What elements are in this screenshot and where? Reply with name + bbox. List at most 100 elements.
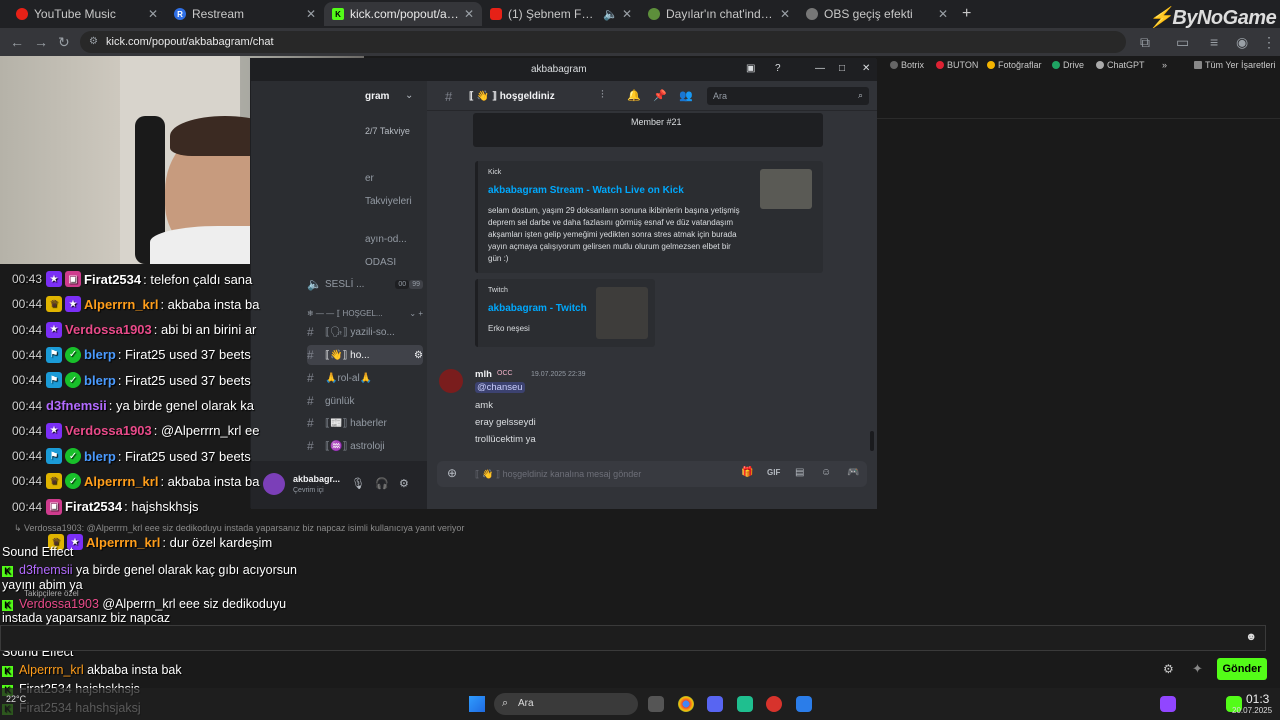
avatar[interactable] bbox=[439, 369, 463, 393]
chat-username[interactable]: Sound Effect bbox=[2, 545, 73, 559]
reload-icon[interactable]: ↻ bbox=[58, 34, 70, 51]
close-tab-icon[interactable]: ✕ bbox=[938, 7, 948, 21]
maximize-icon[interactable]: □ bbox=[839, 63, 845, 74]
close-tab-icon[interactable]: ✕ bbox=[306, 7, 316, 21]
site-info-icon[interactable]: ⚙ bbox=[89, 36, 98, 47]
windows-start-icon[interactable] bbox=[469, 696, 485, 712]
tab-obs[interactable]: OBS geçiş efekti ✕ bbox=[798, 2, 956, 26]
category-hosgeldiniz[interactable]: ❄ — — ⟦ HOŞGEL... ⌄ + bbox=[307, 303, 423, 323]
bookmark-botrix[interactable]: Botrix bbox=[890, 60, 924, 70]
app-icon[interactable] bbox=[737, 696, 753, 712]
chat-username[interactable]: Alperrrn_krl bbox=[84, 474, 158, 489]
settings-gear-icon[interactable]: ⚙ bbox=[399, 477, 409, 490]
tab-youtube-song[interactable]: (1) Şebnem Ferah - Çakıl Ta 🔈 ✕ bbox=[482, 2, 640, 26]
profile-icon[interactable]: ◉ bbox=[1236, 34, 1248, 51]
chat-username[interactable]: blerp bbox=[84, 373, 116, 388]
back-icon[interactable]: ← bbox=[10, 34, 24, 50]
app-icon[interactable] bbox=[796, 696, 812, 712]
bookmarks-overflow[interactable]: » bbox=[1162, 60, 1167, 70]
chat-username[interactable]: Verdossa1903 bbox=[19, 597, 99, 611]
twitch-icon[interactable] bbox=[1160, 696, 1176, 712]
bookmark-fotograflar[interactable]: Fotoğraflar bbox=[987, 60, 1042, 70]
clock[interactable]: 01:3 bbox=[1246, 692, 1269, 706]
close-tab-icon[interactable]: ✕ bbox=[780, 7, 790, 21]
scrollbar[interactable] bbox=[870, 431, 874, 451]
emoji-icon[interactable]: ☺ bbox=[821, 467, 831, 478]
avatar[interactable] bbox=[263, 473, 285, 495]
tab-kick-popout[interactable]: K kick.com/popout/akbabagram/ ✕ bbox=[324, 2, 482, 26]
chat-username[interactable]: Alperrrn_krl bbox=[19, 663, 84, 677]
apps-icon[interactable]: 🎮 bbox=[847, 467, 859, 478]
server-name[interactable]: gram bbox=[365, 91, 389, 102]
gift-icon[interactable]: ✦ bbox=[1192, 661, 1203, 677]
boost-progress[interactable]: 2/7 Takviye bbox=[365, 126, 410, 136]
headphones-icon[interactable]: 🎧 bbox=[375, 477, 389, 490]
discord-icon[interactable] bbox=[707, 696, 723, 712]
chat-username[interactable]: Alperrrn_krl bbox=[84, 297, 158, 312]
close-tab-icon[interactable]: ✕ bbox=[622, 7, 632, 21]
gear-icon[interactable]: ⚙ bbox=[414, 350, 423, 361]
bookmark-buton[interactable]: BUTON bbox=[936, 60, 978, 70]
followers-only-label: Takipçilere özel bbox=[24, 589, 79, 598]
forward-icon[interactable]: → bbox=[34, 34, 48, 50]
inbox-icon[interactable]: ▣ bbox=[746, 63, 755, 74]
channel-astroloji[interactable]: # ⟦♒⟧ astroloji bbox=[307, 436, 423, 456]
help-icon[interactable]: ? bbox=[775, 63, 781, 74]
gif-icon[interactable]: GIF bbox=[767, 468, 780, 477]
search-input[interactable]: Ara ⌕ bbox=[707, 87, 869, 105]
sticker-icon[interactable]: ▤ bbox=[795, 467, 804, 478]
menu-icon[interactable]: ⋮ bbox=[1262, 34, 1276, 51]
bookmark-all[interactable]: Tüm Yer İşaretleri bbox=[1194, 60, 1276, 70]
mute-tab-icon[interactable]: 🔈 bbox=[603, 7, 618, 21]
taskbar-search[interactable]: ⌕ Ara bbox=[494, 693, 638, 715]
chevron-down-icon[interactable]: ⌄ bbox=[405, 90, 413, 101]
tab-restream[interactable]: R Restream ✕ bbox=[166, 2, 324, 26]
threads-icon[interactable]: ⫶ bbox=[601, 89, 604, 102]
chat-username[interactable]: Verdossa1903 bbox=[65, 423, 152, 438]
extensions-icon[interactable]: ⧉ bbox=[1140, 34, 1150, 51]
weather-widget[interactable]: 22°C bbox=[6, 694, 26, 704]
tab-dayilar[interactable]: Dayılar'ın chat'indeki en iyi nick ✕ bbox=[640, 2, 798, 26]
obs-icon[interactable] bbox=[648, 696, 664, 712]
new-tab-button[interactable]: + bbox=[962, 5, 971, 23]
add-channel-icon[interactable]: ⌄ + bbox=[409, 309, 423, 318]
members-icon[interactable]: 👥 bbox=[679, 89, 693, 102]
chat-input[interactable]: ☻ bbox=[0, 625, 1266, 651]
gift-icon[interactable]: 🎁 bbox=[741, 467, 753, 478]
channel-gunluk[interactable]: # günlük bbox=[307, 391, 423, 411]
chat-username[interactable]: d3fnemsii bbox=[19, 563, 73, 577]
mention[interactable]: @chanseu bbox=[475, 382, 525, 393]
microphone-icon[interactable]: 🎙 bbox=[351, 477, 365, 490]
close-tab-icon[interactable]: ✕ bbox=[148, 7, 158, 21]
bookmark-chatgpt[interactable]: ChatGPT bbox=[1096, 60, 1145, 70]
chat-username[interactable]: d3fnemsii bbox=[46, 398, 107, 413]
chat-username[interactable]: Firat2534 bbox=[84, 272, 141, 287]
close-window-icon[interactable]: ✕ bbox=[862, 63, 870, 74]
address-bar[interactable]: kick.com/popout/akbabagram/chat bbox=[80, 31, 1126, 53]
media-icon[interactable]: ≡ bbox=[1210, 34, 1218, 50]
chat-username[interactable]: Firat2534 bbox=[65, 499, 122, 514]
settings-gear-icon[interactable]: ⚙ bbox=[1163, 662, 1174, 676]
tab-youtube-music[interactable]: YouTube Music ✕ bbox=[8, 2, 166, 26]
voice-channel[interactable]: 🔈 SESLİ ... 00 99 bbox=[307, 274, 423, 294]
chat-username[interactable]: blerp bbox=[84, 449, 116, 464]
chat-username[interactable]: Verdossa1903 bbox=[65, 322, 152, 337]
app-icon[interactable] bbox=[766, 696, 782, 712]
channel-haberler[interactable]: # ⟦📰⟧ haberler bbox=[307, 413, 423, 433]
channel-rol-al[interactable]: # 🙏rol-al🙏 bbox=[307, 368, 423, 388]
message-composer[interactable]: ⊕ ⟦ 👋 ⟧ hoşgeldiniz kanalına mesaj gönde… bbox=[437, 461, 867, 487]
chat-username[interactable]: blerp bbox=[84, 347, 116, 362]
add-attachment-icon[interactable]: ⊕ bbox=[447, 466, 457, 480]
channel-yazili-sohbet[interactable]: # ⟦🗣⟧ yazili-so... bbox=[307, 322, 423, 342]
bookmark-drive[interactable]: Drive bbox=[1052, 60, 1084, 70]
pin-icon[interactable]: 📌 bbox=[653, 89, 667, 102]
send-button[interactable]: Gönder bbox=[1217, 658, 1267, 680]
channel-hosgeldiniz[interactable]: # ⟦👋⟧ ho... ⚙ bbox=[307, 345, 423, 365]
chrome-icon[interactable] bbox=[678, 696, 694, 712]
bell-icon[interactable]: 🔔 bbox=[627, 89, 641, 102]
cast-icon[interactable]: ▭ bbox=[1176, 34, 1189, 51]
close-tab-icon[interactable]: ✕ bbox=[464, 7, 474, 21]
date[interactable]: 20.07.2025 bbox=[1232, 706, 1272, 715]
minimize-icon[interactable]: — bbox=[815, 63, 825, 74]
emoji-icon[interactable]: ☻ bbox=[1245, 631, 1257, 643]
